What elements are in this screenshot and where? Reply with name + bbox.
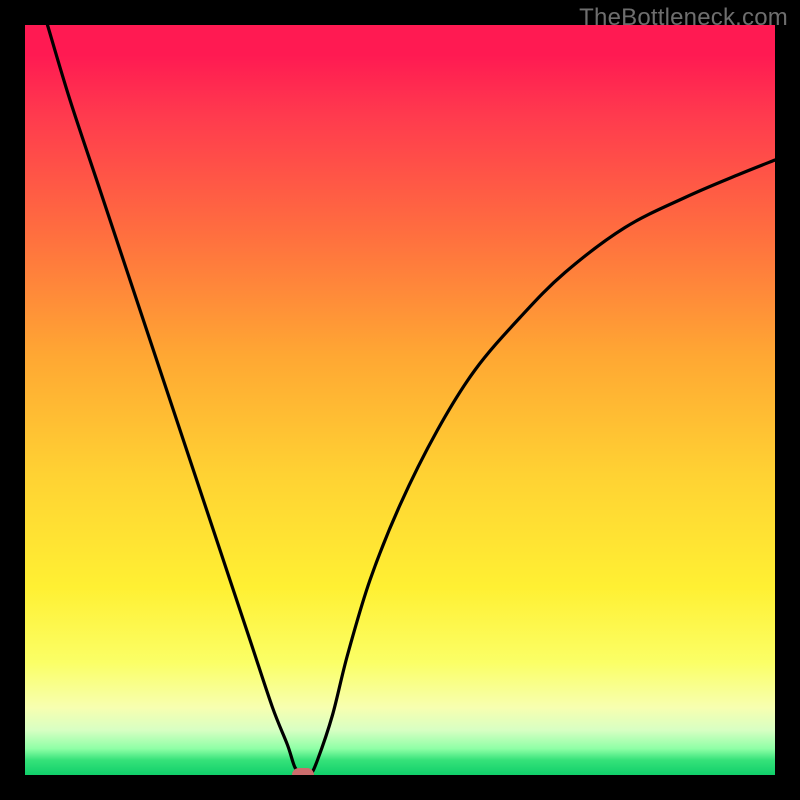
plot-area [25,25,775,775]
chart-frame: TheBottleneck.com [0,0,800,800]
optimal-point-marker [292,768,314,775]
bottleneck-curve [25,25,775,775]
